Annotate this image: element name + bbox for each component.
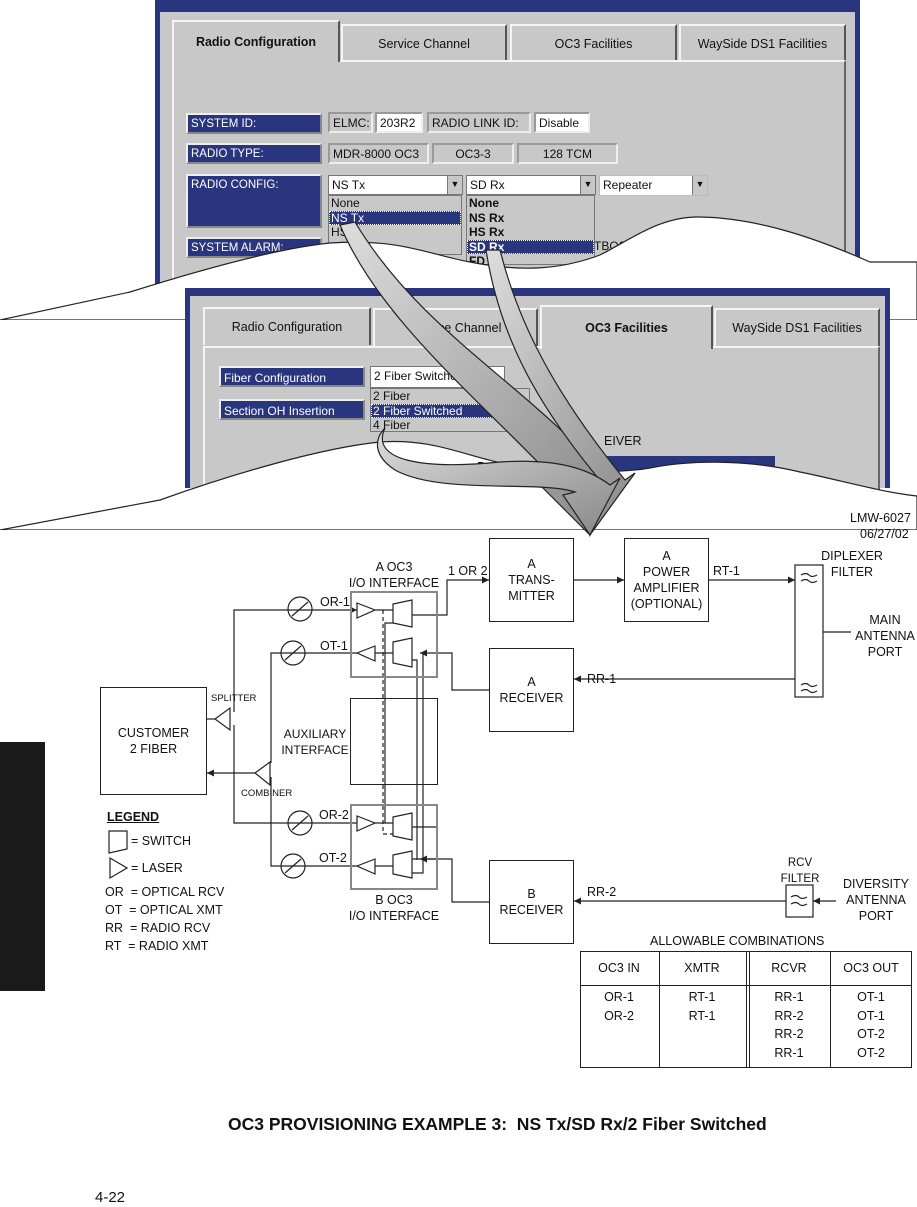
t3: MITTER bbox=[508, 589, 555, 603]
cell: OT-1 bbox=[857, 990, 885, 1004]
col-oc3-out: OT-1 OT-1 OT-2 OT-2 bbox=[830, 988, 912, 1062]
main-antenna-label: MAIN ANTENNA PORT bbox=[850, 612, 917, 660]
p1: A bbox=[662, 549, 671, 563]
legend-or: OR = OPTICAL RCV bbox=[105, 885, 225, 899]
legend-switch: = SWITCH bbox=[131, 834, 192, 848]
one-or-two-label: 1 OR 2 bbox=[448, 564, 488, 578]
cell: OT-1 bbox=[857, 1008, 885, 1023]
br1: B bbox=[527, 887, 536, 901]
page-number: 4-22 bbox=[95, 1189, 126, 1206]
c2: 2 FIBER bbox=[129, 742, 178, 756]
c1: CUSTOMER bbox=[117, 726, 190, 740]
col-oc3-in: OR-1 OR-2 bbox=[580, 988, 658, 1025]
a-oc3-line1: A OC3 bbox=[375, 560, 413, 574]
aux-line1: AUXILIARY bbox=[283, 727, 347, 741]
dv3: PORT bbox=[858, 909, 894, 923]
ar2: RECEIVER bbox=[499, 691, 564, 705]
cell: RR-2 bbox=[774, 1008, 804, 1023]
auxiliary-label: AUXILIARY INTERFACE bbox=[280, 726, 350, 758]
diplexer-label: DIPLEXER FILTER bbox=[812, 548, 892, 580]
cell: RR-1 bbox=[774, 1045, 804, 1060]
rr2-label: RR-2 bbox=[587, 885, 617, 899]
legend-title: LEGEND bbox=[107, 810, 160, 824]
a-oc3-line2: I/O INTERFACE bbox=[348, 576, 440, 590]
ar1: A bbox=[527, 675, 536, 689]
customer-2-fiber-box: CUSTOMER 2 FIBER bbox=[100, 687, 207, 795]
or2-label: OR-2 bbox=[319, 808, 349, 822]
diversity-label: DIVERSITY ANTENNA PORT bbox=[836, 876, 916, 924]
p3: AMPLIFIER bbox=[633, 581, 700, 595]
tab-oc3-facilities[interactable]: OC3 Facilities bbox=[540, 305, 713, 349]
aux-line2: INTERFACE bbox=[281, 743, 349, 757]
cell: OR-2 bbox=[604, 1008, 634, 1023]
cell: RT-1 bbox=[688, 1008, 716, 1023]
m2: ANTENNA bbox=[855, 629, 915, 643]
b-oc3-interface-box bbox=[350, 804, 438, 890]
cell: RT-1 bbox=[688, 990, 716, 1004]
legend-ot: OT = OPTICAL XMT bbox=[105, 903, 223, 917]
a-oc3-interface-box bbox=[350, 591, 438, 678]
ot1-label: OT-1 bbox=[320, 639, 348, 653]
t1: A bbox=[527, 557, 536, 571]
b-oc3-label: B OC3 I/O INTERFACE bbox=[344, 892, 444, 924]
m1: MAIN bbox=[869, 613, 901, 627]
tab-radio-configuration[interactable]: Radio Configuration bbox=[172, 20, 340, 62]
col-header-oc3-in: OC3 IN bbox=[598, 961, 640, 975]
br2: RECEIVER bbox=[499, 903, 564, 917]
cell: OT-2 bbox=[857, 1045, 885, 1060]
p2: POWER bbox=[642, 565, 691, 579]
rcv-filter-label: RCV FILTER bbox=[770, 855, 830, 887]
col-rcvr: RR-1 RR-2 RR-2 RR-1 bbox=[749, 988, 829, 1062]
cell: OT-2 bbox=[857, 1027, 885, 1041]
a-power-amplifier-box: A POWER AMPLIFIER (OPTIONAL) bbox=[624, 538, 709, 622]
p4: (OPTIONAL) bbox=[630, 597, 703, 611]
legend-laser: = LASER bbox=[131, 861, 183, 875]
d1: DIPLEXER bbox=[821, 549, 883, 563]
section-thumb-tab bbox=[0, 742, 45, 991]
col-header-rcvr: RCVR bbox=[771, 961, 807, 975]
a-receiver-box: A RECEIVER bbox=[489, 648, 574, 732]
rf2: FILTER bbox=[780, 873, 820, 885]
m3: PORT bbox=[867, 645, 903, 659]
or1-label: OR-1 bbox=[320, 595, 350, 609]
combinations-title: ALLOWABLE COMBINATIONS bbox=[650, 934, 825, 948]
cell: RR-2 bbox=[774, 1027, 804, 1041]
legend-rt: RT = RADIO XMT bbox=[105, 939, 209, 953]
a-transmitter-box: A TRANS- MITTER bbox=[489, 538, 574, 622]
cell: OR-1 bbox=[604, 990, 634, 1004]
col-xmtr: RT-1 RT-1 bbox=[658, 988, 746, 1025]
legend-rr: RR = RADIO RCV bbox=[105, 921, 211, 935]
cell: RR-1 bbox=[774, 990, 804, 1004]
auxiliary-interface-box bbox=[350, 698, 438, 785]
rr1-label: RR-1 bbox=[587, 672, 617, 686]
col-header-oc3-out: OC3 OUT bbox=[843, 961, 899, 975]
rf1: RCV bbox=[787, 857, 813, 869]
splitter-label: SPLITTER bbox=[211, 693, 257, 704]
b-oc3-line1: B OC3 bbox=[375, 893, 413, 907]
combiner-label: COMBINER bbox=[241, 788, 293, 799]
d2: FILTER bbox=[830, 565, 874, 579]
rt1-label: RT-1 bbox=[713, 564, 740, 578]
a-oc3-label: A OC3 I/O INTERFACE bbox=[344, 559, 444, 591]
ot2-label: OT-2 bbox=[319, 851, 347, 865]
b-receiver-box: B RECEIVER bbox=[489, 860, 574, 944]
col-header-xmtr: XMTR bbox=[684, 961, 720, 975]
dv2: ANTENNA bbox=[846, 893, 906, 907]
t2: TRANS- bbox=[508, 573, 555, 587]
dv1: DIVERSITY bbox=[843, 877, 909, 891]
figure-title: OC3 PROVISIONING EXAMPLE 3: NS Tx/SD Rx/… bbox=[228, 1114, 767, 1134]
b-oc3-line2: I/O INTERFACE bbox=[348, 909, 440, 923]
